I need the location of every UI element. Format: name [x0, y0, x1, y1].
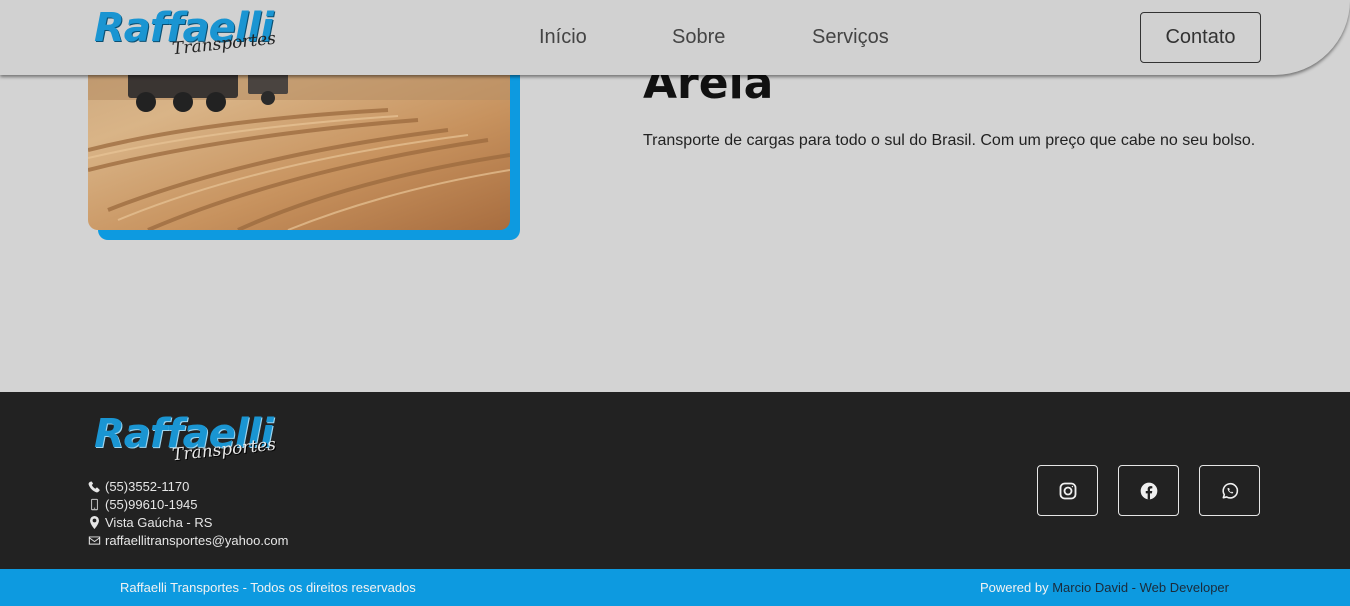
contact-phone-text: (55)3552-1170 [105, 478, 190, 494]
nav-item-inicio[interactable]: Início [539, 24, 587, 50]
contact-email: raffaellitransportes@yahoo.com [88, 531, 289, 549]
contact-phone: (55)3552-1170 [88, 477, 289, 495]
nav-item-servicos[interactable]: Serviços [812, 24, 889, 50]
site-footer: Raffaelli Transportes (55)3552-1170 (55)… [0, 392, 1350, 569]
footer-logo: Raffaelli Transportes [94, 414, 294, 474]
whatsapp-button[interactable] [1199, 465, 1260, 516]
contact-list: (55)3552-1170 (55)99610-1945 Vista Gaúch… [88, 477, 289, 549]
contact-button[interactable]: Contato [1140, 12, 1261, 63]
facebook-icon [1140, 482, 1157, 499]
site-header: Raffaelli Transportes Início Sobre Servi… [0, 0, 1350, 75]
facebook-button[interactable] [1118, 465, 1179, 516]
phone-icon [88, 480, 100, 492]
instagram-button[interactable] [1037, 465, 1098, 516]
contact-mobile: (55)99610-1945 [88, 495, 289, 513]
contact-location-text: Vista Gaúcha - RS [105, 514, 213, 530]
copyright-text: Raffaelli Transportes - Todos os direito… [120, 580, 416, 595]
service-description: Transporte de cargas para todo o sul do … [643, 132, 1256, 149]
copyright-bar: Raffaelli Transportes - Todos os direito… [0, 569, 1350, 606]
contact-email-text: raffaellitransportes@yahoo.com [105, 532, 289, 548]
envelope-icon [88, 535, 101, 545]
contact-location: Vista Gaúcha - RS [88, 513, 289, 531]
nav-item-sobre[interactable]: Sobre [672, 24, 725, 50]
contact-mobile-text: (55)99610-1945 [105, 496, 198, 512]
powered-by: Powered by Marcio David - Web Developer [980, 580, 1229, 595]
instagram-icon [1059, 482, 1076, 499]
location-pin-icon [90, 515, 99, 529]
mobile-icon [91, 498, 98, 510]
whatsapp-icon [1221, 482, 1238, 499]
logo[interactable]: Raffaelli Transportes [94, 8, 294, 68]
developer-link[interactable]: Marcio David - Web Developer [1052, 580, 1229, 595]
powered-by-prefix: Powered by [979, 580, 1053, 595]
